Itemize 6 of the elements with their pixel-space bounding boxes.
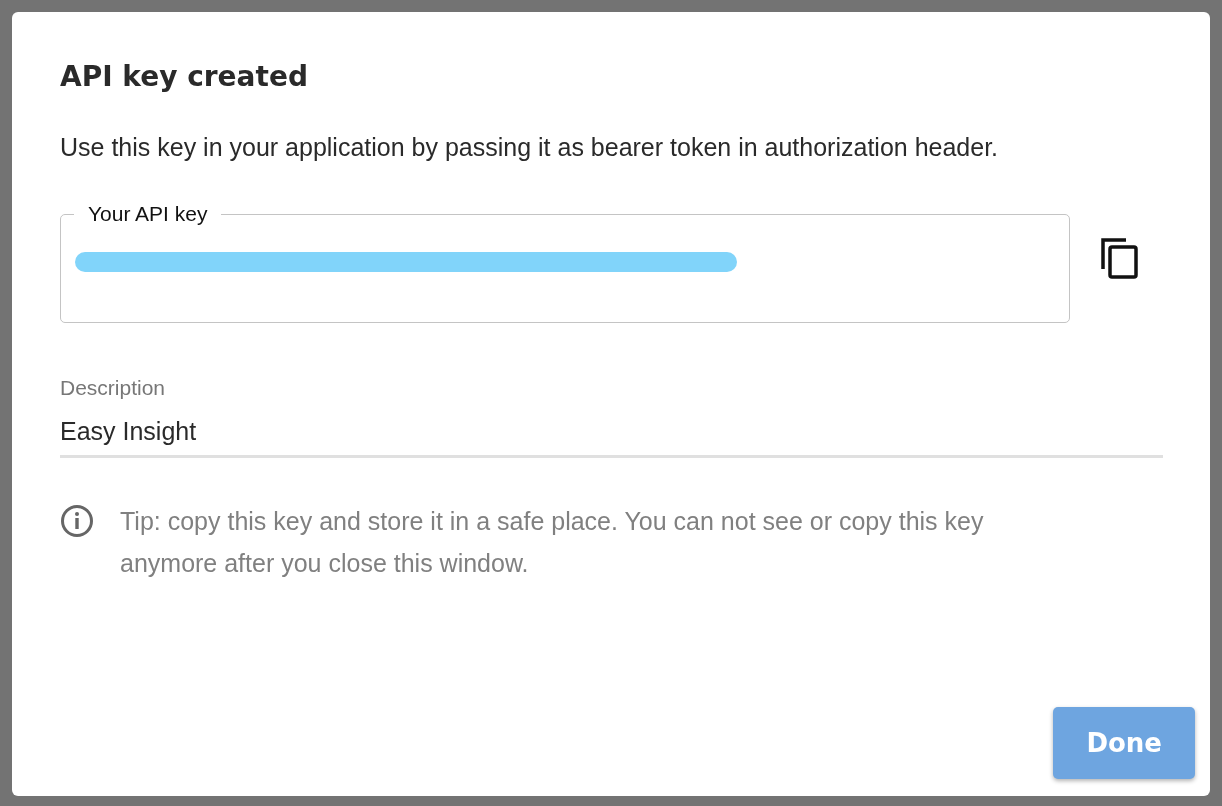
dialog-message: Use this key in your application by passing it as bearer token in authorization header. [60, 132, 1000, 163]
info-icon [60, 504, 94, 538]
tip-text: Tip: copy this key and store it in a safe place. You can not see or copy this key anymore after you close this window. [120, 506, 985, 579]
description-field[interactable]: Description Easy Insight [60, 373, 1163, 458]
copy-icon[interactable] [1100, 236, 1138, 279]
dialog-title: API key created [60, 59, 309, 95]
